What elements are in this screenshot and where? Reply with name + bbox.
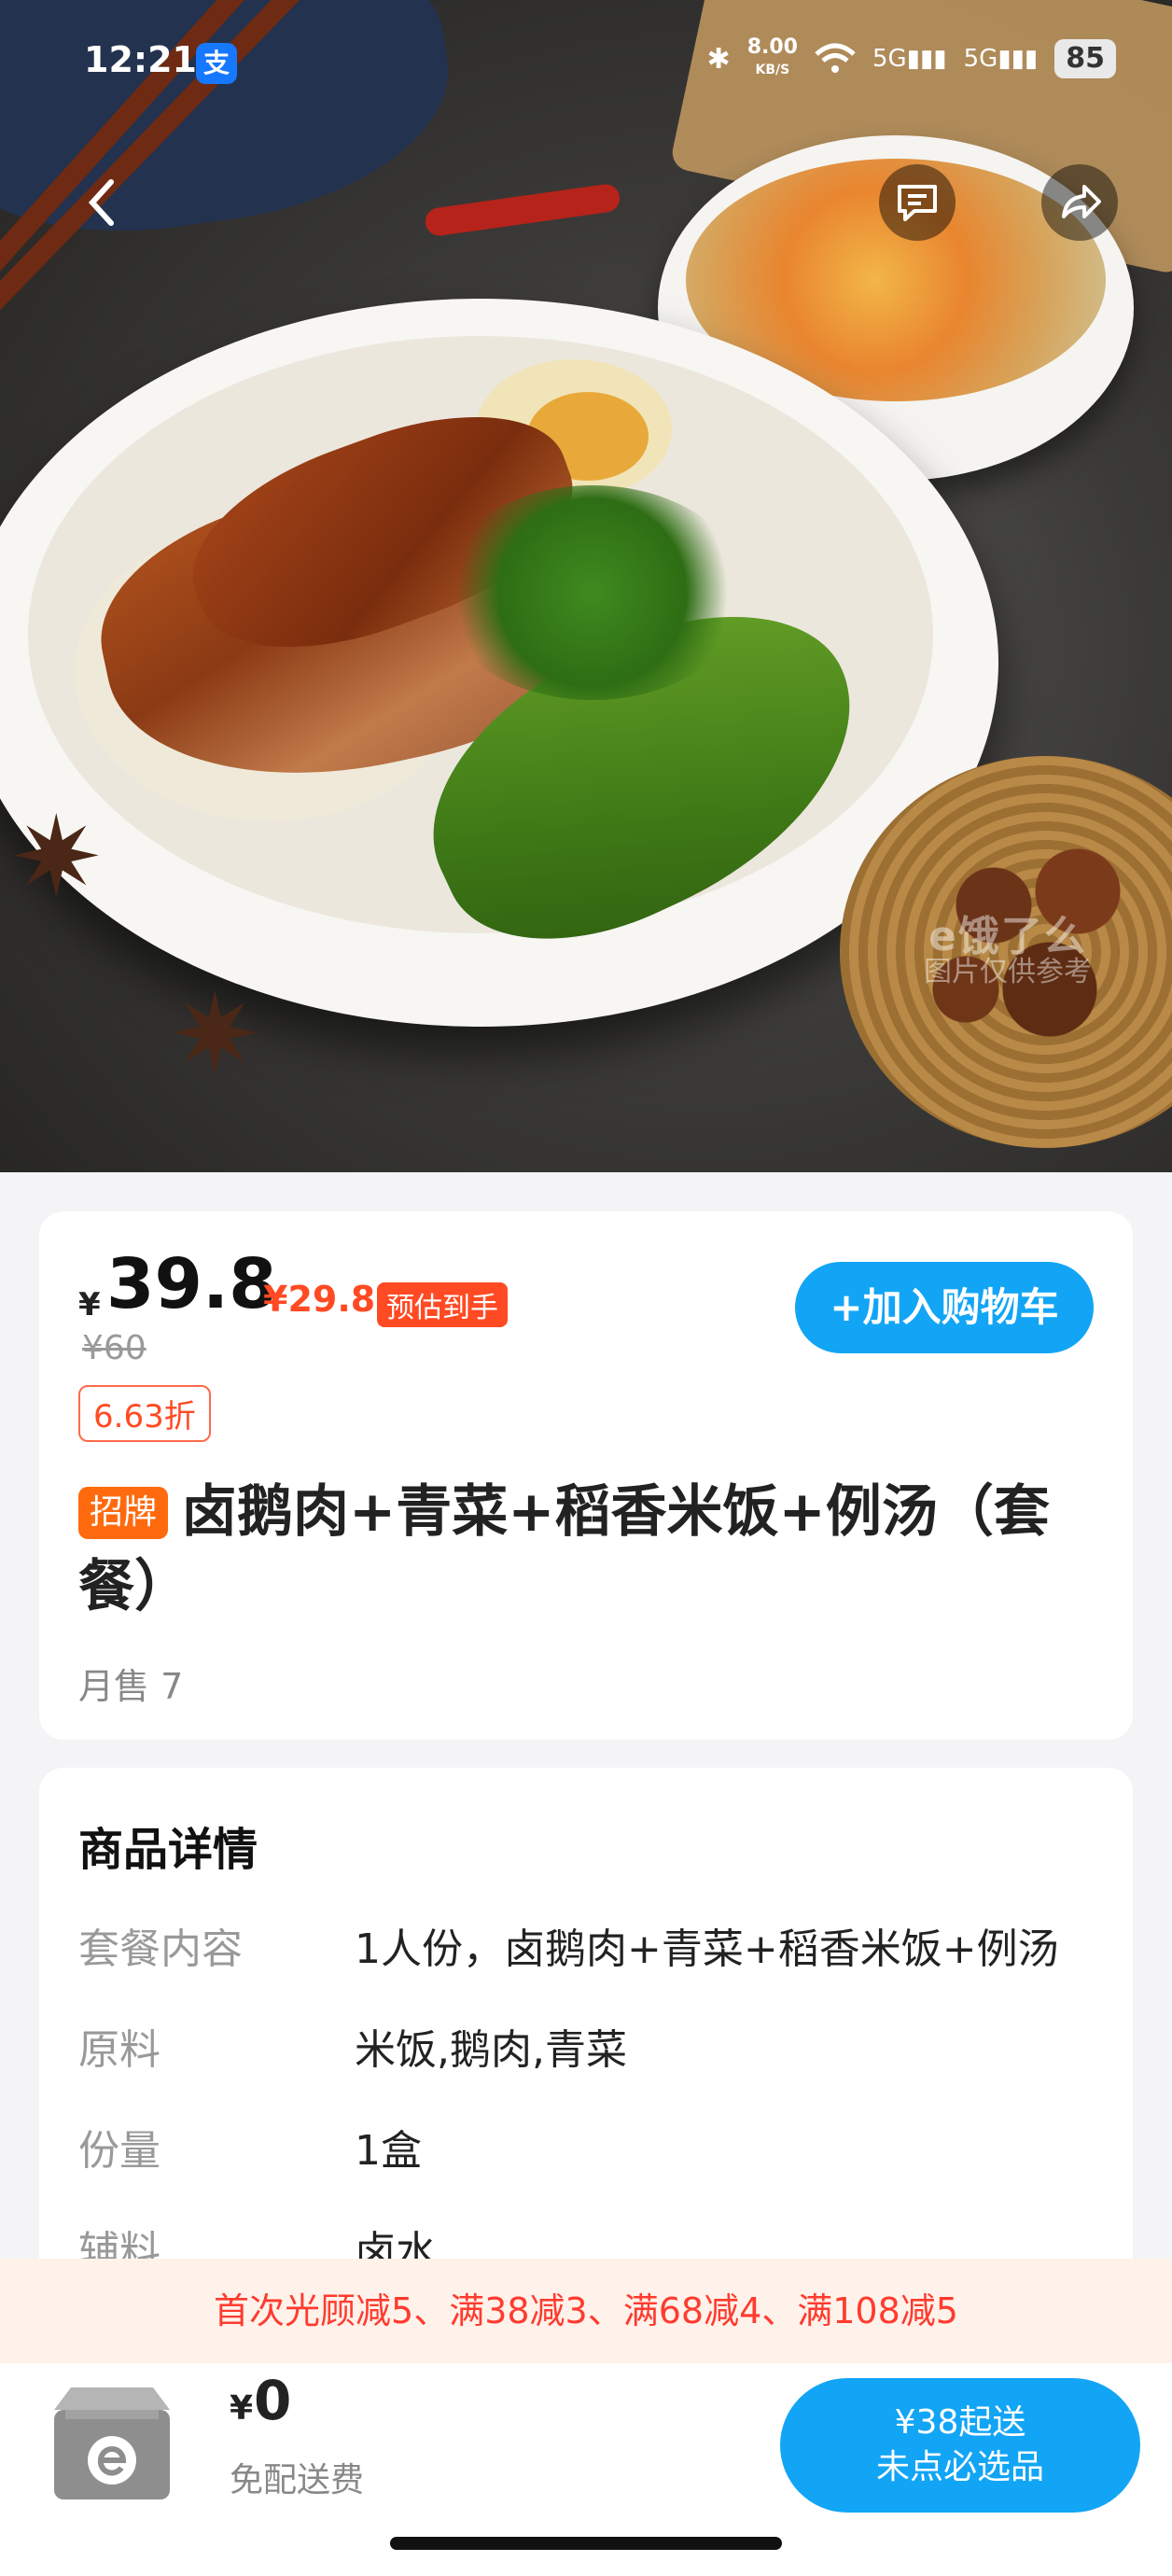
product-title: 卤鹅肉+青菜+稻香米饭+例汤（套餐） — [78, 1479, 1050, 1619]
home-indicator[interactable] — [390, 2537, 782, 2550]
message-button[interactable] — [879, 164, 956, 241]
detail-value: 1盒 — [355, 2127, 422, 2175]
cart-box-icon[interactable] — [43, 2374, 181, 2505]
product-details-card: 商品详情 套餐内容 1人份，卤鹅肉+青菜+稻香米饭+例汤 原料 米饭,鹅肉,青菜… — [39, 1768, 1133, 2290]
detail-key: 份量 — [78, 2127, 160, 2175]
estimated-price-badge: 预估到手 — [377, 1282, 508, 1327]
checkout-button[interactable]: ¥38起送 未点必选品 — [780, 2378, 1140, 2513]
back-button[interactable] — [63, 164, 140, 241]
status-bar: 12:21 支 ✱ 8.00 KB/S 5G▮▮▮ 5G▮▮▮ 85 — [0, 34, 1172, 99]
sim1-label: 5G — [872, 45, 907, 73]
monthly-sales: 月售 7 — [78, 1666, 184, 1707]
watermark: e饿了么 图片仅供参考 — [924, 913, 1092, 990]
alipay-icon: 支 — [196, 43, 237, 84]
original-price: ¥60 — [82, 1329, 146, 1367]
watermark-brand: e饿了么 — [928, 913, 1087, 960]
details-section-title: 商品详情 — [78, 1824, 258, 1876]
product-photo[interactable]: ✷ ✷ e饿了么 图片仅供参考 — [0, 0, 1172, 1172]
status-icons: ✱ 8.00 KB/S 5G▮▮▮ 5G▮▮▮ 85 — [707, 37, 1116, 80]
net-speed: 8.00 KB/S — [747, 37, 798, 80]
detail-value: 1人份，卤鹅肉+青菜+稻香米饭+例汤 — [355, 1925, 1059, 1973]
wifi-icon — [815, 43, 856, 73]
battery-level: 85 — [1054, 39, 1116, 78]
chili-decor — [423, 182, 622, 238]
signal-icon: 5G▮▮▮ — [963, 45, 1039, 73]
product-title-block: 招牌 卤鹅肉+青菜+稻香米饭+例汤（套餐） — [78, 1475, 1095, 1624]
cart-total: 0 — [254, 2369, 292, 2432]
net-speed-value: 8.00 — [746, 35, 798, 59]
min-order-label: ¥38起送 — [894, 2403, 1026, 2442]
product-info-card: ¥ 39.8 ¥29.8 预估到手 ¥60 6.63折 +加入购物车 招牌 卤鹅肉… — [39, 1211, 1133, 1740]
bluetooth-icon: ✱ — [706, 42, 731, 76]
chevron-left-icon — [88, 179, 114, 226]
sim2-label: 5G — [963, 45, 998, 73]
star-anise-icon: ✷ — [168, 971, 262, 1100]
chat-icon — [898, 185, 937, 221]
share-icon — [1062, 185, 1101, 218]
star-anise-icon: ✷ — [9, 793, 104, 923]
signature-badge: 招牌 — [78, 1487, 169, 1539]
price-currency: ¥ — [78, 1286, 101, 1323]
watermark-note: 图片仅供参考 — [924, 956, 1092, 988]
discount-badge: 6.63折 — [78, 1385, 211, 1442]
clock: 12:21 — [84, 39, 197, 80]
add-to-cart-button[interactable]: +加入购物车 — [795, 1262, 1094, 1353]
net-speed-unit: KB/S — [755, 63, 790, 77]
delivery-fee: 免配送费 — [230, 2461, 365, 2499]
estimated-price: ¥29.8 — [263, 1279, 376, 1320]
cart-currency: ¥ — [230, 2389, 254, 2428]
detail-key: 原料 — [78, 2026, 160, 2074]
cilantro — [439, 485, 746, 700]
detail-key: 套餐内容 — [78, 1925, 243, 1973]
promo-banner[interactable]: 首次光顾减5、满38减3、满68减4、满108减5 — [0, 2259, 1172, 2363]
signal-icon: 5G▮▮▮ — [872, 45, 947, 73]
share-button[interactable] — [1041, 164, 1118, 241]
required-item-label: 未点必选品 — [875, 2448, 1044, 2486]
detail-value: 米饭,鹅肉,青菜 — [355, 2026, 627, 2074]
product-price: 39.8 — [106, 1244, 277, 1324]
